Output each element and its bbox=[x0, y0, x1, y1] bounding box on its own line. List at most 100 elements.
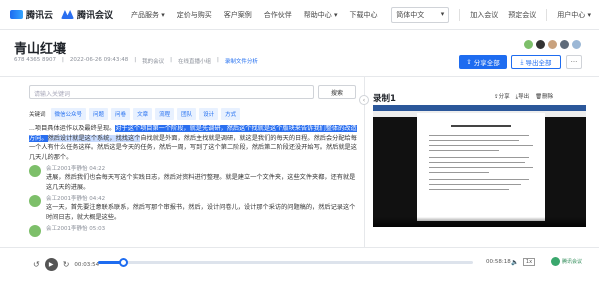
keyword-bar: 关键词 微信公众号 问题 问卷 文章 流程 团队 设计 方式 bbox=[29, 108, 241, 120]
text-segment: ...项目具体运作以及最终呈现。 bbox=[29, 125, 116, 132]
search-input[interactable]: 请输入关键词 bbox=[29, 85, 314, 99]
video-overlay bbox=[373, 217, 586, 227]
speaker-line: 会工2001李静怡 04:22 bbox=[46, 166, 106, 172]
meta-sep: | bbox=[134, 57, 137, 63]
progress-handle[interactable] bbox=[119, 258, 129, 267]
search-button[interactable]: 搜索 bbox=[318, 85, 356, 99]
page-title: 青山红壤 bbox=[14, 42, 67, 57]
export-all-label: 导出全部 bbox=[525, 59, 552, 67]
doc-text-line bbox=[429, 167, 533, 168]
doc-text-line bbox=[429, 189, 509, 190]
keyword-tag[interactable]: 设计 bbox=[199, 108, 219, 120]
export-label: 导出 bbox=[518, 94, 530, 100]
transcript-list[interactable]: ...项目具体运作以及最终呈现。对于这个项目第一个阶段，就是先调研，然后这个找就… bbox=[29, 124, 357, 246]
doc-text-line bbox=[429, 184, 521, 185]
forward-icon[interactable]: ↻ bbox=[63, 260, 70, 269]
recording-tools: ⇪分享 ⤓导出 🗑删除 bbox=[494, 92, 553, 101]
transcript-entry: 会工2001李静怡 04:22 进展，然后我们也会每天写这个实践日志，然后对资料… bbox=[29, 165, 357, 192]
nav-item-products[interactable]: 产品服务 ▾ bbox=[131, 10, 165, 20]
speed-button[interactable]: 1x bbox=[523, 258, 535, 266]
playback-bar: ↺ ▶ ↻ 00:03:54 00:58:18 🔈 1x 腾讯会议 bbox=[0, 247, 599, 282]
avatar bbox=[535, 39, 546, 50]
meta-sep: | bbox=[62, 57, 64, 63]
collapse-panel-button[interactable]: ‹ bbox=[359, 95, 369, 105]
avatar bbox=[29, 195, 41, 207]
doc-text-line bbox=[429, 140, 519, 141]
transcript-panel: 请输入关键词 搜索 关键词 微信公众号 问题 问卷 文章 流程 团队 设计 方式… bbox=[0, 77, 364, 247]
recording-analysis-link[interactable]: 录制文件分析 bbox=[225, 57, 258, 65]
doc-text-line bbox=[429, 145, 533, 146]
share-all-label: 分享全部 bbox=[473, 59, 500, 67]
doc-heading-line bbox=[451, 125, 511, 127]
transcript-entry: ...项目具体运作以及最终呈现。对于这个项目第一个阶段，就是先调研，然后这个找就… bbox=[29, 124, 357, 162]
doc-text-line bbox=[429, 157, 529, 158]
doc-text-line bbox=[429, 162, 525, 163]
delete-label: 删除 bbox=[542, 94, 554, 100]
transcript-text[interactable]: 进展，然后我们也会每天写这个实践日志，然后对资料进行整理。就是建立一个文件夹，这… bbox=[46, 173, 357, 192]
share-recording-button[interactable]: ⇪分享 bbox=[494, 92, 510, 101]
more-button[interactable]: ··· bbox=[566, 55, 582, 69]
speaker-line: 会工2001李静怡 05:03 bbox=[46, 226, 106, 232]
shared-document bbox=[417, 113, 545, 221]
language-select[interactable]: 简体中文 ▾ bbox=[391, 6, 450, 23]
delete-recording-button[interactable]: 🗑删除 bbox=[535, 92, 553, 101]
chevron-down-icon: ▾ bbox=[440, 9, 445, 18]
nav-item-pricing[interactable]: 定价与购买 bbox=[177, 10, 212, 20]
keyword-tag[interactable]: 微信公众号 bbox=[50, 108, 87, 120]
nav-item-help[interactable]: 帮助中心 ▾ bbox=[304, 10, 338, 20]
progress-track[interactable] bbox=[98, 258, 473, 267]
share-icon: ⇪ bbox=[466, 58, 474, 66]
export-recording-button[interactable]: ⤓导出 bbox=[516, 92, 529, 101]
video-player[interactable] bbox=[373, 105, 586, 227]
rewind-icon[interactable]: ↺ bbox=[33, 260, 40, 269]
avatar bbox=[547, 39, 558, 50]
keyword-tag[interactable]: 问题 bbox=[89, 108, 109, 120]
keyword-tag[interactable]: 文章 bbox=[133, 108, 153, 120]
meeting-datetime: 2022-06-26 09:43:48 bbox=[69, 57, 129, 63]
tencent-meeting-brand: 腾讯会议 bbox=[551, 257, 582, 266]
doc-text-line bbox=[429, 172, 489, 173]
nav-item-cases[interactable]: 客户案例 bbox=[224, 10, 252, 20]
transcript-entry: 会工2001李静怡 04:42 这一天，首先要注意联系联系，然后写那个审报书，然… bbox=[29, 195, 357, 222]
avatar bbox=[29, 225, 41, 237]
volume-icon[interactable]: 🔈 bbox=[511, 259, 518, 266]
meeting-logo-icon bbox=[61, 10, 75, 19]
keyword-tag[interactable]: 方式 bbox=[221, 108, 241, 120]
playback-controls: ↺ ▶ ↻ 00:03:54 bbox=[33, 258, 99, 271]
meta-sep: | bbox=[217, 57, 219, 63]
current-time: 00:03:54 bbox=[74, 261, 100, 268]
meeting-org: 在线直播小组 bbox=[178, 59, 212, 65]
avatar bbox=[559, 39, 570, 50]
brand-logo-icon bbox=[551, 257, 560, 266]
join-meeting-link[interactable]: 加入会议 bbox=[470, 10, 498, 20]
language-value: 简体中文 bbox=[396, 10, 425, 19]
play-button[interactable]: ▶ bbox=[44, 258, 58, 271]
nav-divider bbox=[459, 8, 461, 21]
doc-text-line bbox=[429, 135, 529, 136]
top-nav: 腾讯云 腾讯会议 产品服务 ▾ 定价与购买 客户案例 合作伙伴 帮助中心 ▾ 下… bbox=[0, 0, 599, 30]
nav-item-partners[interactable]: 合作伙伴 bbox=[264, 10, 292, 20]
logo1-text: 腾讯云 bbox=[26, 11, 54, 21]
share-all-button[interactable]: ⇪ 分享全部 bbox=[459, 55, 507, 69]
export-all-button[interactable]: ⤓ 导出全部 bbox=[511, 55, 561, 69]
logo2-text: 腾讯会议 bbox=[77, 11, 114, 21]
avatar bbox=[523, 39, 534, 50]
meeting-meta: 678 4365 8907 | 2022-06-26 09:43:48 | 我的… bbox=[14, 57, 258, 65]
total-time: 00:58:18 bbox=[486, 259, 511, 265]
nav-right: 简体中文 ▾ 加入会议 预定会议 用户中心 ▾ bbox=[391, 6, 599, 23]
keyword-tag[interactable]: 团队 bbox=[177, 108, 197, 120]
doc-text-line bbox=[429, 179, 529, 180]
schedule-meeting-link[interactable]: 预定会议 bbox=[508, 10, 536, 20]
participant-avatars[interactable] bbox=[523, 39, 582, 50]
transcript-text[interactable]: ...项目具体运作以及最终呈现。对于这个项目第一个阶段，就是先调研，然后这个找就… bbox=[29, 124, 357, 162]
keyword-tag[interactable]: 流程 bbox=[155, 108, 175, 120]
tencent-meeting-logo[interactable]: 腾讯会议 bbox=[61, 8, 113, 21]
highlighted-segment: 然后设计就是这个系统，找找这个 bbox=[47, 134, 141, 142]
cloud-logo-icon bbox=[10, 10, 23, 19]
transcript-text[interactable]: 这一天，首先要注意联系联系，然后写那个审报书，然后，设计问卷儿，设计那个采访的问… bbox=[46, 203, 357, 222]
nav-divider bbox=[546, 8, 548, 21]
tencent-cloud-logo[interactable]: 腾讯云 bbox=[10, 8, 53, 21]
user-center-menu[interactable]: 用户中心 ▾ bbox=[557, 10, 591, 20]
nav-item-download[interactable]: 下载中心 bbox=[350, 10, 378, 20]
keyword-tag[interactable]: 问卷 bbox=[111, 108, 131, 120]
